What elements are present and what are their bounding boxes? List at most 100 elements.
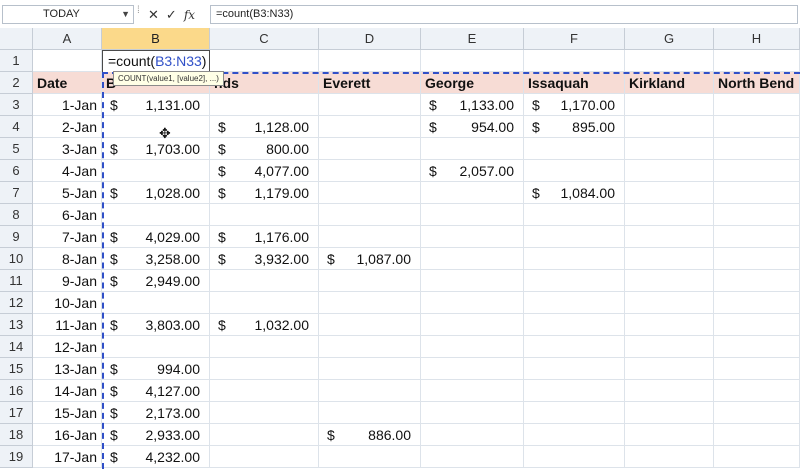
cell-a14[interactable]: 12-Jan	[33, 336, 102, 358]
function-tooltip[interactable]: COUNT(value1, [value2], ...)	[113, 71, 224, 86]
cell-g6[interactable]	[625, 160, 714, 182]
cell-d2[interactable]: Everett	[319, 72, 421, 94]
cell-b13[interactable]: $3,803.00	[102, 314, 210, 336]
cell-e3[interactable]: $1,133.00	[421, 94, 524, 116]
cell-b3[interactable]: $1,131.00	[102, 94, 210, 116]
cell-a18[interactable]: 16-Jan	[33, 424, 102, 446]
cell-d12[interactable]	[319, 292, 421, 314]
cell-b17[interactable]: $2,173.00	[102, 402, 210, 424]
row-header-8[interactable]: 8	[0, 204, 33, 226]
cell-h18[interactable]	[714, 424, 800, 446]
cell-g12[interactable]	[625, 292, 714, 314]
cell-f18[interactable]	[524, 424, 625, 446]
column-header-g[interactable]: G	[625, 28, 714, 50]
cell-h5[interactable]	[714, 138, 800, 160]
chevron-down-icon[interactable]: ▼	[121, 6, 130, 23]
cell-d18[interactable]: $886.00	[319, 424, 421, 446]
row-header-4[interactable]: 4	[0, 116, 33, 138]
cell-d6[interactable]	[319, 160, 421, 182]
select-all-corner[interactable]	[0, 28, 33, 50]
cell-a8[interactable]: 6-Jan	[33, 204, 102, 226]
cell-e16[interactable]	[421, 380, 524, 402]
cell-d11[interactable]	[319, 270, 421, 292]
cell-a2[interactable]: Date	[33, 72, 102, 94]
cell-g19[interactable]	[625, 446, 714, 468]
column-header-f[interactable]: F	[524, 28, 625, 50]
row-header-19[interactable]: 19	[0, 446, 33, 468]
cell-h8[interactable]	[714, 204, 800, 226]
row-header-13[interactable]: 13	[0, 314, 33, 336]
cell-d1[interactable]	[319, 50, 421, 72]
cell-f11[interactable]	[524, 270, 625, 292]
cell-d19[interactable]	[319, 446, 421, 468]
cell-a7[interactable]: 5-Jan	[33, 182, 102, 204]
cell-f6[interactable]	[524, 160, 625, 182]
cell-h11[interactable]	[714, 270, 800, 292]
cell-e8[interactable]	[421, 204, 524, 226]
row-header-11[interactable]: 11	[0, 270, 33, 292]
column-header-h[interactable]: H	[714, 28, 800, 50]
cell-e6[interactable]: $2,057.00	[421, 160, 524, 182]
cell-a11[interactable]: 9-Jan	[33, 270, 102, 292]
cell-c10[interactable]: $3,932.00	[210, 248, 319, 270]
enter-button[interactable]: ✓	[166, 7, 177, 23]
cell-c9[interactable]: $1,176.00	[210, 226, 319, 248]
cell-g3[interactable]	[625, 94, 714, 116]
cell-d7[interactable]	[319, 182, 421, 204]
cell-c5[interactable]: $800.00	[210, 138, 319, 160]
cell-c18[interactable]	[210, 424, 319, 446]
cell-d14[interactable]	[319, 336, 421, 358]
cell-b8[interactable]	[102, 204, 210, 226]
cell-c15[interactable]	[210, 358, 319, 380]
cell-d5[interactable]	[319, 138, 421, 160]
cell-f5[interactable]	[524, 138, 625, 160]
cell-h4[interactable]	[714, 116, 800, 138]
row-header-18[interactable]: 18	[0, 424, 33, 446]
cell-e12[interactable]	[421, 292, 524, 314]
cell-c16[interactable]	[210, 380, 319, 402]
column-header-c[interactable]: C	[210, 28, 319, 50]
cell-f8[interactable]	[524, 204, 625, 226]
cell-b9[interactable]: $4,029.00	[102, 226, 210, 248]
cell-h10[interactable]	[714, 248, 800, 270]
cell-h14[interactable]	[714, 336, 800, 358]
cell-e9[interactable]	[421, 226, 524, 248]
cell-g1[interactable]	[625, 50, 714, 72]
cell-g8[interactable]	[625, 204, 714, 226]
cell-e4[interactable]: $954.00	[421, 116, 524, 138]
cell-f15[interactable]	[524, 358, 625, 380]
cell-a1[interactable]	[33, 50, 102, 72]
cell-h3[interactable]	[714, 94, 800, 116]
cell-e7[interactable]	[421, 182, 524, 204]
cell-h16[interactable]	[714, 380, 800, 402]
cell-e14[interactable]	[421, 336, 524, 358]
cell-c14[interactable]	[210, 336, 319, 358]
cell-c11[interactable]	[210, 270, 319, 292]
cell-f3[interactable]: $1,170.00	[524, 94, 625, 116]
cell-e1[interactable]	[421, 50, 524, 72]
cell-a16[interactable]: 14-Jan	[33, 380, 102, 402]
cell-g4[interactable]	[625, 116, 714, 138]
column-header-b[interactable]: B	[102, 28, 210, 50]
row-header-3[interactable]: 3	[0, 94, 33, 116]
row-header-15[interactable]: 15	[0, 358, 33, 380]
cell-b6[interactable]	[102, 160, 210, 182]
cell-d8[interactable]	[319, 204, 421, 226]
cell-a6[interactable]: 4-Jan	[33, 160, 102, 182]
cell-a3[interactable]: 1-Jan	[33, 94, 102, 116]
cell-f12[interactable]	[524, 292, 625, 314]
cell-b16[interactable]: $4,127.00	[102, 380, 210, 402]
cell-g10[interactable]	[625, 248, 714, 270]
cell-f16[interactable]	[524, 380, 625, 402]
cell-d3[interactable]	[319, 94, 421, 116]
row-header-7[interactable]: 7	[0, 182, 33, 204]
cell-c12[interactable]	[210, 292, 319, 314]
column-header-e[interactable]: E	[421, 28, 524, 50]
cell-a15[interactable]: 13-Jan	[33, 358, 102, 380]
cell-e18[interactable]	[421, 424, 524, 446]
cell-c4[interactable]: $1,128.00	[210, 116, 319, 138]
cell-a12[interactable]: 10-Jan	[33, 292, 102, 314]
cell-f9[interactable]	[524, 226, 625, 248]
cell-f7[interactable]: $1,084.00	[524, 182, 625, 204]
cell-g16[interactable]	[625, 380, 714, 402]
